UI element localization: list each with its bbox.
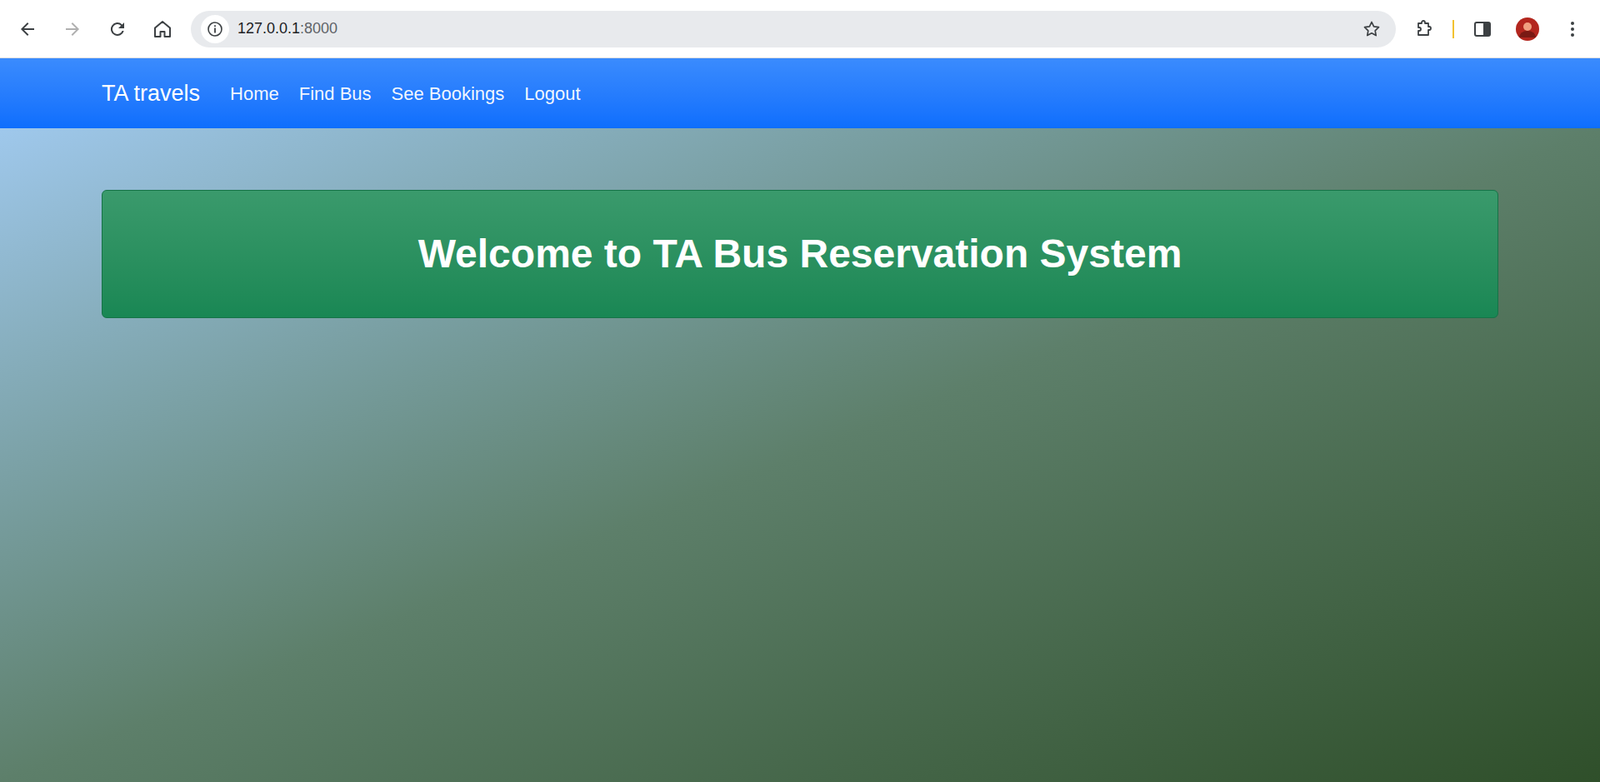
nav-links: HomeFind BusSee BookingsLogout [220, 73, 591, 115]
home-icon[interactable] [145, 12, 180, 46]
url-host[interactable]: 127.0.0.1 [237, 20, 300, 37]
welcome-heading: Welcome to TA Bus Reservation System [418, 224, 1183, 285]
nav-link[interactable]: Home [220, 73, 290, 115]
url-port[interactable]: :8000 [300, 20, 338, 37]
extensions-icon[interactable] [1407, 12, 1441, 46]
navbar: TA travels HomeFind BusSee BookingsLogout [0, 58, 1600, 129]
side-panel-icon[interactable] [1465, 12, 1500, 46]
welcome-banner: Welcome to TA Bus Reservation System [101, 190, 1499, 319]
menu-icon[interactable] [1555, 12, 1590, 46]
hero-photo: Welcome to TA Bus Reservation System [0, 128, 1600, 782]
nav-link[interactable]: See Bookings [381, 73, 515, 115]
brand-link[interactable]: TA travels [101, 76, 200, 111]
star-icon[interactable] [1357, 15, 1386, 44]
toolbar-separator [1452, 20, 1455, 39]
url-text[interactable]: 127.0.0.1:8000 [237, 17, 1350, 40]
nav-link[interactable]: Logout [514, 73, 590, 115]
info-icon[interactable] [200, 15, 230, 44]
back-icon[interactable] [10, 12, 45, 46]
forward-icon[interactable] [55, 12, 90, 46]
address-bar[interactable]: 127.0.0.1:8000 [190, 10, 1396, 48]
browser-toolbar: 127.0.0.1:8000 [0, 0, 1600, 59]
nav-link[interactable]: Find Bus [289, 73, 382, 115]
reload-icon[interactable] [100, 12, 135, 46]
profile-avatar-icon[interactable] [1510, 12, 1545, 46]
